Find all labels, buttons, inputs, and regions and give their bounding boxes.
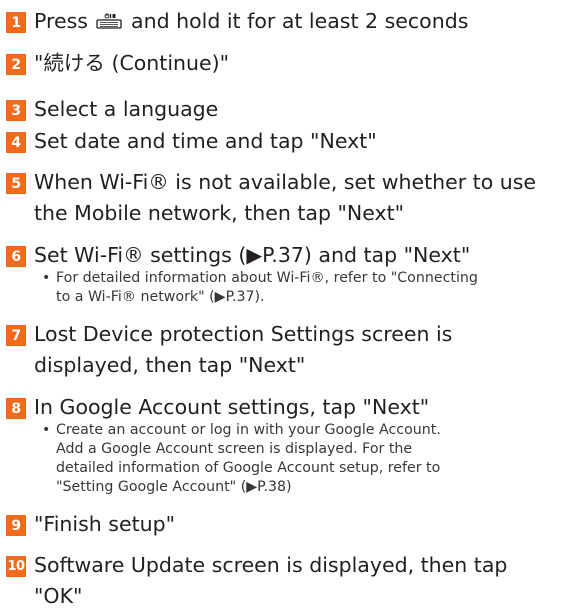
step-title-line: When Wi-Fi® is not available, set whethe… <box>34 170 537 194</box>
step-number-badge: 3 <box>6 100 26 121</box>
step-title: Set Wi-Fi® settings (▶P.37) and tap "Nex… <box>34 243 471 267</box>
power-button-icon <box>96 7 123 38</box>
note-line: For detailed information about Wi-Fi®, r… <box>56 270 478 286</box>
setup-steps-document: 1 Press and hold it for at least 2 secon… <box>0 0 582 608</box>
step-number-badge: 9 <box>6 515 26 536</box>
step-4: 4 Set date and time and tap "Next" <box>6 126 578 157</box>
step-title: When Wi-Fi® is not available, set whethe… <box>34 167 536 229</box>
step-10: 10 Software Update screen is displayed, … <box>6 550 578 612</box>
note-text: For detailed information about Wi-Fi®, r… <box>56 269 578 307</box>
note-item: • Create an account or log in with your … <box>42 421 578 497</box>
step-8: 8 In Google Account settings, tap "Next" <box>6 392 578 423</box>
note-line: detailed information of Google Account s… <box>56 460 441 476</box>
step-5: 5 When Wi-Fi® is not available, set whet… <box>6 167 578 229</box>
step-number-badge: 6 <box>6 246 26 267</box>
step-title: Set date and time and tap "Next" <box>34 129 377 153</box>
step-title-text: and hold it for at least 2 seconds <box>131 9 469 33</box>
step-number-badge: 2 <box>6 54 26 75</box>
step-title: Software Update screen is displayed, the… <box>34 550 507 612</box>
step-7: 7 Lost Device protection Settings screen… <box>6 319 578 381</box>
step-number-badge: 4 <box>6 132 26 153</box>
step-number-badge: 5 <box>6 173 26 194</box>
step-number-badge: 10 <box>6 556 26 577</box>
step-title: "続ける (Continue)" <box>34 51 230 75</box>
step-2: 2 "続ける (Continue)" <box>6 48 578 79</box>
step-title-line: "OK" <box>34 584 83 608</box>
step-title-line: Lost Device protection Settings screen i… <box>34 322 453 346</box>
step-title-line: Software Update screen is displayed, the… <box>34 553 508 577</box>
note-item: • For detailed information about Wi-Fi®,… <box>42 269 578 307</box>
step-title-line: the Mobile network, then tap "Next" <box>34 201 405 225</box>
step-title: "Finish setup" <box>34 512 176 536</box>
step-title-line: displayed, then tap "Next" <box>34 353 306 377</box>
step-9: 9 "Finish setup" <box>6 509 578 540</box>
step-number-badge: 8 <box>6 398 26 419</box>
step-number-badge: 1 <box>6 12 26 33</box>
step-title: In Google Account settings, tap "Next" <box>34 395 430 419</box>
note-text: Create an account or log in with your Go… <box>56 421 578 497</box>
note-line: Create an account or log in with your Go… <box>56 422 441 438</box>
step-title: Select a language <box>34 97 219 121</box>
bullet-glyph: • <box>42 270 51 286</box>
step-title-text: Press <box>34 9 88 33</box>
step-3: 3 Select a language <box>6 94 578 125</box>
step-8-notes: • Create an account or log in with your … <box>6 421 578 497</box>
note-line: to a Wi-Fi® network" (▶P.37). <box>56 289 265 305</box>
step-number-badge: 7 <box>6 325 26 346</box>
step-1: 1 Press and hold it for at least 2 secon… <box>6 6 578 38</box>
step-6-notes: • For detailed information about Wi-Fi®,… <box>6 269 578 307</box>
note-line: "Setting Google Account" (▶P.38) <box>56 479 292 495</box>
step-title: Lost Device protection Settings screen i… <box>34 319 452 381</box>
bullet-glyph: • <box>42 422 51 438</box>
note-line: Add a Google Account screen is displayed… <box>56 441 413 457</box>
step-title: Press and hold it for at least 2 seconds <box>34 6 468 38</box>
step-6: 6 Set Wi-Fi® settings (▶P.37) and tap "N… <box>6 240 578 271</box>
